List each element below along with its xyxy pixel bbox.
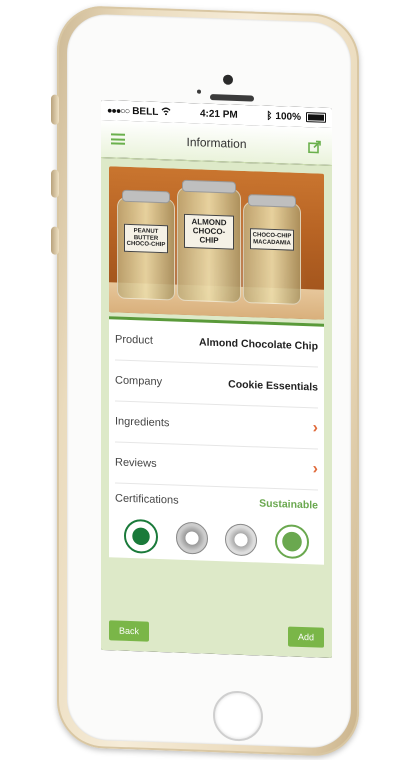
mute-switch	[51, 94, 59, 125]
row-label: Company	[115, 374, 163, 389]
jar-almond: ALMOND CHOCO-CHIP	[177, 179, 241, 303]
row-value: Cookie Essentials	[228, 378, 318, 394]
home-button[interactable]	[213, 690, 263, 742]
greenpalm-sustainability-icon	[275, 524, 310, 560]
app-screen: ●●●○○ BELL 4:21 PM ᛒ 100% Information PE…	[101, 99, 332, 659]
row-label: Ingredients	[115, 415, 170, 430]
certification-badges	[115, 513, 318, 564]
sensor-icon	[197, 89, 201, 94]
jar-peanut-butter: PEANUT BUTTER CHOCO-CHIP	[117, 189, 175, 301]
jar-label: ALMOND CHOCO-CHIP	[184, 213, 234, 251]
row-label: Reviews	[115, 456, 157, 470]
carrier-name: BELL	[132, 105, 159, 118]
volume-down-button	[51, 226, 59, 255]
front-camera-icon	[223, 74, 233, 85]
add-button[interactable]: Add	[287, 626, 324, 648]
certification-seal-icon	[175, 521, 208, 555]
rspo-certified-icon	[123, 518, 158, 554]
ingredients-row[interactable]: Ingredients ›	[115, 401, 318, 450]
row-label: Product	[115, 333, 153, 347]
back-button[interactable]: Back	[109, 620, 150, 642]
jar-label: PEANUT BUTTER CHOCO-CHIP	[124, 223, 168, 254]
bluetooth-icon: ᛒ	[266, 110, 273, 122]
jar-label: CHOCO-CHIP MACADAMIA	[250, 228, 294, 251]
page-title: Information	[186, 134, 247, 151]
wifi-icon	[161, 107, 171, 118]
battery-percent: 100%	[275, 110, 301, 123]
share-icon[interactable]	[308, 139, 322, 153]
product-photo: PEANUT BUTTER CHOCO-CHIP ALMOND CHOCO-CH…	[109, 166, 324, 320]
reviews-row[interactable]: Reviews ›	[115, 442, 318, 491]
details-card: Product Almond Chocolate Chip Company Co…	[109, 316, 324, 565]
product-row: Product Almond Chocolate Chip	[115, 319, 318, 368]
signal-icon: ●●●○○	[107, 105, 130, 116]
chevron-right-icon: ›	[312, 419, 318, 437]
content-area: PEANUT BUTTER CHOCO-CHIP ALMOND CHOCO-CH…	[101, 157, 332, 659]
certification-seal-icon	[225, 523, 258, 557]
earpiece-speaker	[210, 94, 254, 102]
row-label: Certifications	[115, 492, 179, 507]
footer-actions: Back Add	[109, 620, 324, 648]
jar-macadamia: CHOCO-CHIP MACADAMIA	[243, 194, 301, 305]
volume-up-button	[51, 169, 59, 198]
battery-icon	[305, 112, 326, 123]
menu-icon[interactable]	[111, 133, 125, 145]
row-value: Almond Chocolate Chip	[199, 336, 318, 353]
company-row: Company Cookie Essentials	[115, 360, 318, 409]
status-time: 4:21 PM	[199, 107, 238, 121]
sustainability-status: Sustainable	[259, 497, 318, 512]
chevron-right-icon: ›	[312, 460, 318, 478]
